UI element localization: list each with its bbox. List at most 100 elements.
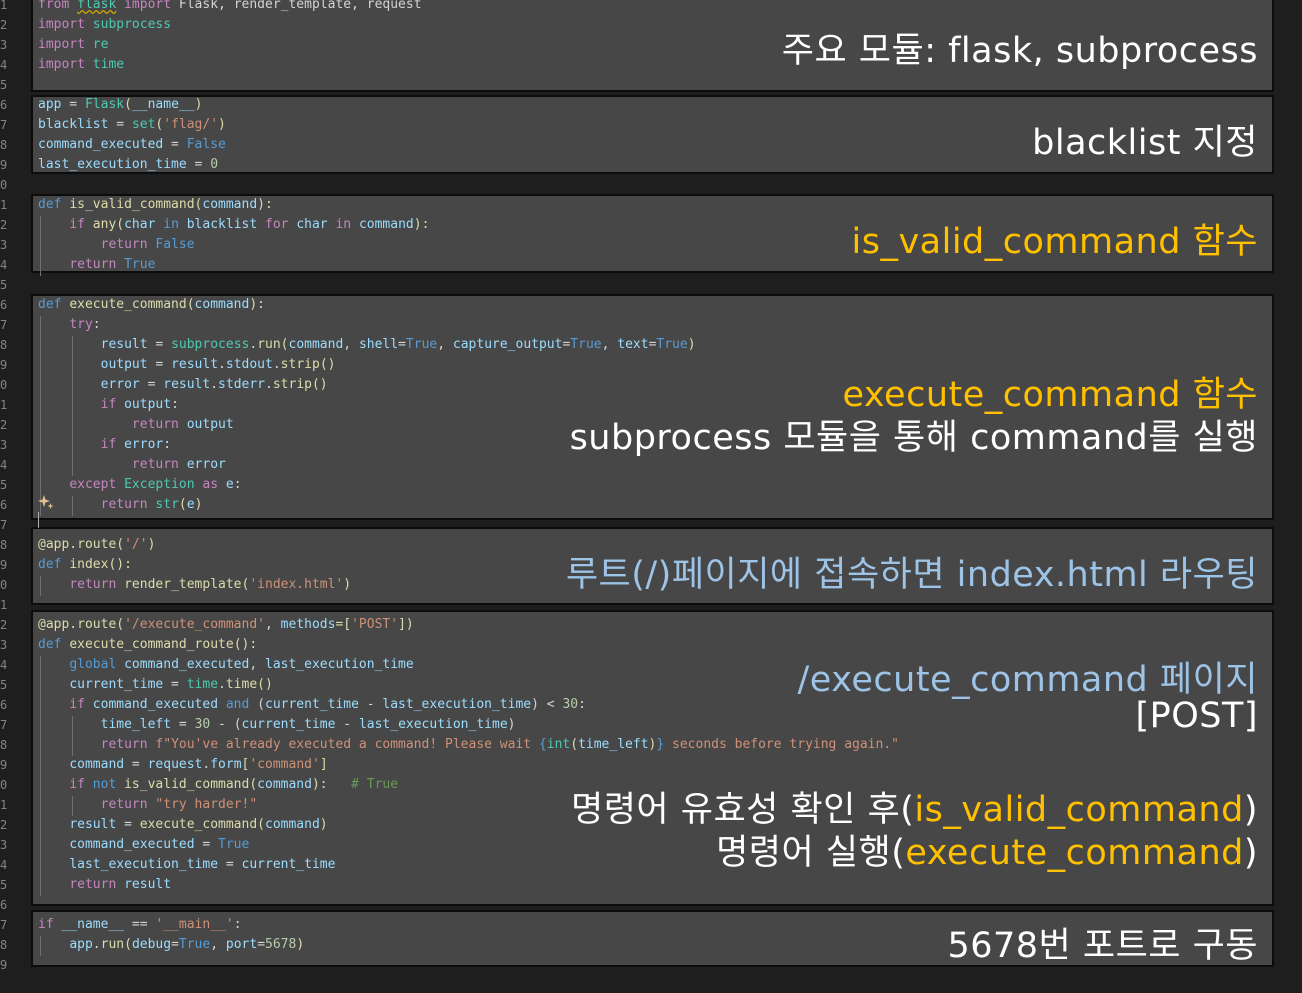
code-line-8[interactable]: command_executed = False — [38, 135, 226, 155]
line-number: 0 — [0, 578, 8, 592]
code-line-41[interactable]: return "try harder!" — [38, 795, 258, 815]
line-number: 1 — [0, 398, 8, 412]
code-token: except — [69, 477, 117, 492]
code-line-16[interactable]: def execute_command(command): — [38, 295, 265, 315]
code-token: : — [171, 397, 179, 412]
line-number: 1 — [0, 598, 8, 612]
code-line-37[interactable]: time_left = 30 - (current_time - last_ex… — [38, 715, 516, 735]
line-number: 5 — [0, 478, 8, 492]
line-number: 3 — [0, 38, 8, 52]
code-line-39[interactable]: command = request.form['command'] — [38, 755, 327, 775]
line-number: 4 — [0, 858, 8, 872]
code-line-1[interactable]: from flask import Flask, render_template… — [38, 0, 422, 15]
code-token: '/' — [124, 537, 148, 552]
code-line-43[interactable]: command_executed = True — [38, 835, 249, 855]
code-line-22[interactable]: return output — [38, 415, 234, 435]
code-token: 'command' — [249, 757, 320, 772]
code-token: text — [617, 337, 649, 352]
code-line-42[interactable]: result = execute_command(command) — [38, 815, 327, 835]
code-line-45[interactable]: return result — [38, 875, 171, 895]
code-token: def — [38, 297, 62, 312]
code-token: is_valid_command — [69, 197, 195, 212]
code-line-19[interactable]: output = result.stdout.strip() — [38, 355, 336, 375]
code-line-35[interactable]: current_time = time.time() — [38, 675, 273, 695]
line-number: 9 — [0, 558, 8, 572]
code-line-25[interactable]: except Exception as e: — [38, 475, 241, 495]
code-line-33[interactable]: def execute_command_route(): — [38, 635, 257, 655]
code-token: if — [69, 217, 85, 232]
code-line-26[interactable]: return str(e) — [38, 495, 203, 515]
code-token: str — [155, 497, 179, 512]
code-line-32[interactable]: @app.route('/execute_command', methods=[… — [38, 615, 414, 635]
annotation-index-route-text: 루트(/)페이지에 접속하면 index.html 라우팅 — [565, 555, 1258, 595]
code-line-2[interactable]: import subprocess — [38, 15, 171, 35]
code-line-14[interactable]: return True — [38, 255, 155, 275]
sparkle-icon[interactable] — [38, 494, 54, 510]
code-token: - — [358, 697, 383, 712]
code-line-17[interactable]: try: — [38, 315, 100, 335]
code-line-29[interactable]: def index(): — [38, 555, 132, 575]
code-token: last_execution_time — [265, 657, 414, 672]
code-token: output — [186, 417, 234, 432]
code-token: ( — [249, 777, 258, 792]
code-line-24[interactable]: return error — [38, 455, 226, 475]
code-token: = — [163, 137, 187, 152]
code-line-18[interactable]: result = subprocess.run(command, shell=T… — [38, 335, 696, 355]
code-token: __name__ — [61, 917, 125, 932]
line-number: 2 — [0, 418, 8, 432]
code-token: result — [124, 877, 172, 892]
line-number: 8 — [0, 538, 8, 552]
code-line-28[interactable]: @app.route('/') — [38, 535, 155, 555]
code-line-38[interactable]: return f"You've already executed a comma… — [38, 735, 899, 755]
code-line-6[interactable]: app = Flask(__name__) — [38, 95, 202, 115]
code-line-3[interactable]: import re — [38, 35, 108, 55]
code-token: as — [202, 477, 219, 492]
code-token: command — [194, 297, 250, 312]
code-token: from — [38, 0, 70, 12]
code-line-30[interactable]: return render_template('index.html') — [38, 575, 351, 595]
code-line-20[interactable]: error = result.stderr.strip() — [38, 375, 328, 395]
code-token: in — [163, 217, 179, 232]
code-token: any — [92, 217, 117, 232]
code-line-47[interactable]: if __name__ == '__main__': — [38, 915, 242, 935]
code-line-12[interactable]: if any(char in blacklist for char in com… — [38, 215, 429, 235]
code-line-13[interactable]: return False — [38, 235, 195, 255]
line-number: 1 — [0, 0, 8, 12]
code-token: . — [92, 937, 101, 952]
step2-fn: execute_command — [905, 833, 1244, 873]
code-line-9[interactable]: last_execution_time = 0 — [38, 155, 218, 175]
code-line-34[interactable]: global command_executed, last_execution_… — [38, 655, 414, 675]
line-number: 6 — [0, 98, 8, 112]
code-token: ) — [507, 717, 516, 732]
code-token: return — [131, 417, 179, 432]
code-token: char — [124, 217, 156, 232]
code-token: True — [124, 257, 156, 272]
code-line-23[interactable]: if error: — [38, 435, 171, 455]
code-token: debug — [131, 937, 172, 952]
code-token: , — [265, 617, 281, 632]
code-token: ( — [116, 217, 125, 232]
code-line-44[interactable]: last_execution_time = current_time — [38, 855, 335, 875]
code-token: () — [319, 357, 336, 372]
code-token: __name__ — [131, 97, 195, 112]
code-line-11[interactable]: def is_valid_command(command): — [38, 195, 273, 215]
code-line-4[interactable]: import time — [38, 55, 124, 75]
code-line-21[interactable]: if output: — [38, 395, 179, 415]
code-token: ) — [343, 577, 352, 592]
code-line-7[interactable]: blacklist = set('flag/') — [38, 115, 226, 135]
code-token: , — [210, 937, 226, 952]
code-token: seconds before trying again." — [664, 737, 899, 752]
code-line-48[interactable]: app.run(debug=True, port=5678) — [38, 935, 304, 955]
code-token: request — [147, 757, 203, 772]
code-line-40[interactable]: if not is_valid_command(command): # True — [38, 775, 398, 795]
code-token: 5678 — [265, 937, 297, 952]
code-line-36[interactable]: if command_executed and (current_time - … — [38, 695, 586, 715]
